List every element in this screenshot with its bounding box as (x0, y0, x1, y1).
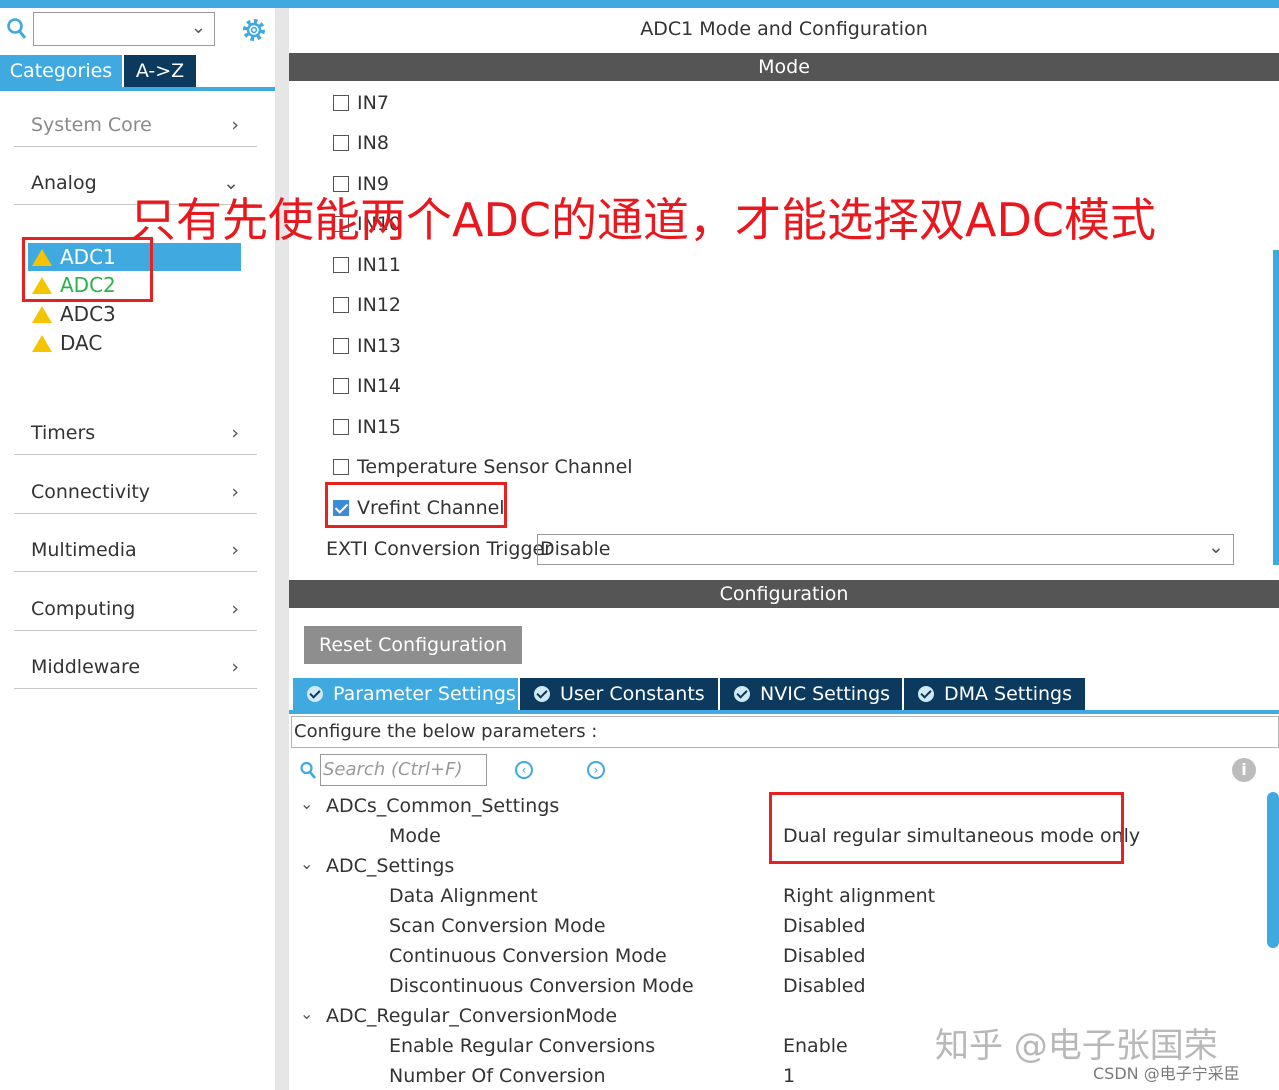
category-label: Computing (31, 598, 136, 620)
tab-user-constants[interactable]: User Constants (520, 678, 718, 710)
channel-in8[interactable]: IN8 (333, 130, 389, 156)
tab-underline (0, 87, 275, 91)
check-circle-icon (734, 686, 750, 702)
warning-icon (32, 335, 52, 352)
checkbox[interactable] (333, 95, 349, 111)
chevron-down-icon[interactable]: ⌄ (300, 1004, 313, 1023)
peripheral-adc3[interactable]: ADC3 (32, 300, 116, 328)
chevron-right-icon: › (231, 598, 239, 620)
param-label: Enable Regular Conversions (389, 1035, 656, 1057)
checkbox[interactable] (333, 135, 349, 151)
param-label: Mode (389, 825, 441, 847)
category-label: System Core (31, 114, 152, 136)
category-label: Connectivity (31, 481, 151, 503)
checkbox[interactable] (333, 297, 349, 313)
param-group[interactable]: ADC_Settings (326, 852, 454, 880)
exti-trigger-select[interactable]: Disable (537, 534, 1234, 565)
chevron-down-icon[interactable]: ⌄ (300, 794, 313, 813)
category-multimedia[interactable]: Multimedia › (14, 531, 257, 572)
check-circle-icon (918, 686, 934, 702)
page-title: ADC1 Mode and Configuration (640, 18, 928, 40)
previous-arrow-icon[interactable]: ‹ (515, 761, 533, 779)
category-system-core[interactable]: System Core › (14, 106, 257, 147)
channel-in7[interactable]: IN7 (333, 90, 389, 116)
category-middleware[interactable]: Middleware › (14, 648, 257, 689)
param-label: Data Alignment (389, 885, 538, 907)
annotation-box-mode (769, 792, 1124, 864)
mode-scrollbar[interactable] (1273, 250, 1279, 565)
chevron-down-icon[interactable]: ⌄ (1208, 536, 1224, 558)
search-icon[interactable] (6, 16, 28, 42)
channel-in15[interactable]: IN15 (333, 414, 401, 440)
param-value[interactable]: Disabled (783, 972, 866, 1000)
checkbox[interactable] (333, 459, 349, 475)
peripheral-dac[interactable]: DAC (32, 329, 102, 357)
param-label: Continuous Conversion Mode (389, 945, 667, 967)
checkbox[interactable] (333, 257, 349, 273)
category-label: Middleware (31, 656, 141, 678)
param-value[interactable]: Disabled (783, 912, 866, 940)
search-icon[interactable] (299, 760, 317, 782)
param-value[interactable]: 1 (783, 1062, 795, 1090)
tab-a-z[interactable]: A->Z (124, 55, 196, 87)
parameter-search-input[interactable]: Search (Ctrl+F) (320, 754, 487, 786)
mode-header: Mode (289, 53, 1279, 81)
panel-splitter[interactable] (275, 8, 289, 1090)
param-value[interactable]: Enable (783, 1032, 848, 1060)
checkbox[interactable] (333, 378, 349, 394)
checkbox[interactable] (333, 419, 349, 435)
tab-categories[interactable]: Categories (0, 55, 122, 87)
param-group[interactable]: ADCs_Common_Settings (326, 792, 559, 820)
category-computing[interactable]: Computing › (14, 590, 257, 631)
tab-dma-settings[interactable]: DMA Settings (904, 678, 1085, 710)
category-timers[interactable]: Timers › (14, 414, 257, 455)
chevron-right-icon: › (231, 656, 239, 678)
credit-text: CSDN @电子宁采臣 (1093, 1064, 1240, 1083)
tab-nvic-settings[interactable]: NVIC Settings (720, 678, 902, 710)
chevron-down-icon[interactable]: ⌄ (300, 854, 313, 873)
channel-in14[interactable]: IN14 (333, 373, 401, 399)
annotation-text: 只有先使能两个ADC的通道，才能选择双ADC模式 (130, 193, 1157, 247)
parameters-scrollbar[interactable] (1267, 792, 1279, 948)
chevron-right-icon: › (231, 422, 239, 444)
channel-in11[interactable]: IN11 (333, 252, 401, 278)
param-label: Discontinuous Conversion Mode (389, 975, 694, 997)
check-circle-icon (307, 686, 323, 702)
parameter-hint: Configure the below parameters : (291, 716, 1279, 748)
chevron-right-icon: › (231, 114, 239, 136)
category-label: Analog (31, 172, 97, 194)
next-arrow-icon[interactable]: › (587, 761, 605, 779)
reset-configuration-button[interactable]: Reset Configuration (304, 626, 522, 664)
chevron-right-icon: › (231, 539, 239, 561)
category-connectivity[interactable]: Connectivity › (14, 473, 257, 514)
param-value[interactable]: Right alignment (783, 882, 935, 910)
annotation-box-vrefint (325, 482, 507, 528)
channel-temperature-sensor[interactable]: Temperature Sensor Channel (333, 454, 633, 480)
param-value[interactable]: Disabled (783, 942, 866, 970)
category-label: Timers (31, 422, 96, 444)
checkbox[interactable] (333, 338, 349, 354)
info-icon[interactable]: i (1232, 758, 1256, 782)
tab-underline (289, 710, 1279, 714)
warning-icon (32, 306, 52, 323)
gear-icon[interactable] (240, 16, 268, 44)
chevron-right-icon: › (231, 481, 239, 503)
chevron-down-icon[interactable]: ⌄ (191, 17, 206, 38)
channel-in13[interactable]: IN13 (333, 333, 401, 359)
peripheral-search-input[interactable]: ⌄ (33, 12, 215, 46)
exti-trigger-label: EXTI Conversion Trigger (326, 538, 553, 560)
param-label: Number Of Conversion (389, 1065, 606, 1087)
check-circle-icon (534, 686, 550, 702)
param-label: Scan Conversion Mode (389, 915, 606, 937)
top-accent-bar (0, 0, 1279, 8)
tab-parameter-settings[interactable]: Parameter Settings (293, 678, 518, 710)
configuration-header: Configuration (289, 580, 1279, 608)
param-group[interactable]: ADC_Regular_ConversionMode (326, 1002, 617, 1030)
category-label: Multimedia (31, 539, 137, 561)
channel-in12[interactable]: IN12 (333, 292, 401, 318)
